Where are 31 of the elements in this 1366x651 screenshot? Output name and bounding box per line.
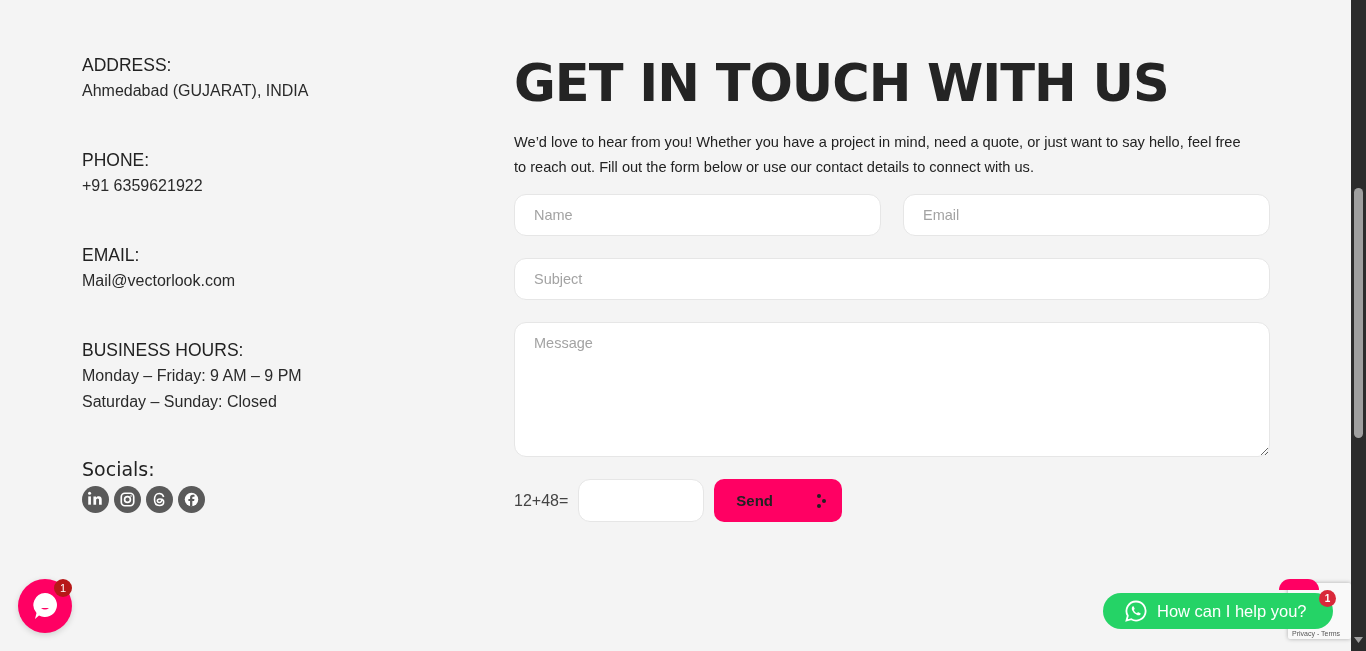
message-field[interactable]: Message xyxy=(514,322,1270,457)
intro-paragraph: We’d love to hear from you! Whether you have a project in mind, need a quote, or just want to say hello, feel free to reach out. Fill out the form below or use our contact details to connect with us. xyxy=(514,133,1242,177)
chat-bubble-icon xyxy=(31,591,59,621)
name-field[interactable]: Name xyxy=(514,194,881,236)
back-to-top-button[interactable] xyxy=(1279,579,1319,590)
send-button[interactable]: Send xyxy=(714,479,843,522)
captcha-field[interactable] xyxy=(578,479,705,522)
scrollbar-thumb[interactable] xyxy=(1354,188,1363,438)
chat-button[interactable] xyxy=(18,579,72,633)
scroll-down-icon[interactable] xyxy=(1354,637,1363,643)
linkedin-icon[interactable] xyxy=(82,486,109,513)
notification-badge: 1 xyxy=(54,579,72,597)
contact-label: PHONE: xyxy=(82,149,151,172)
instagram-icon[interactable] xyxy=(114,486,141,513)
captcha-question: 12+48= xyxy=(514,491,569,510)
page-heading: GET IN TOUCH WITH US xyxy=(514,53,1170,115)
contact-label: ADDRESS: xyxy=(82,54,173,77)
subject-field[interactable]: Subject xyxy=(514,258,1270,300)
contact-value: Saturday – Sunday: Closed xyxy=(82,392,278,412)
whatsapp-icon xyxy=(1124,599,1148,623)
email-field[interactable]: Email xyxy=(903,194,1270,236)
contact-label: BUSINESS HOURS: xyxy=(82,339,245,362)
threads-icon[interactable] xyxy=(146,486,173,513)
facebook-icon[interactable] xyxy=(178,486,205,513)
contact-label: EMAIL: xyxy=(82,244,141,267)
loading-icon xyxy=(816,492,827,509)
contact-value: Ahmedabad (GUJARAT), INDIA xyxy=(82,81,310,101)
socials-label: Socials: xyxy=(82,457,156,482)
contact-value: +91 6359621922 xyxy=(82,176,204,196)
contact-value: Monday – Friday: 9 AM – 9 PM xyxy=(82,366,303,386)
contact-value: Mail@vectorlook.com xyxy=(82,271,237,291)
